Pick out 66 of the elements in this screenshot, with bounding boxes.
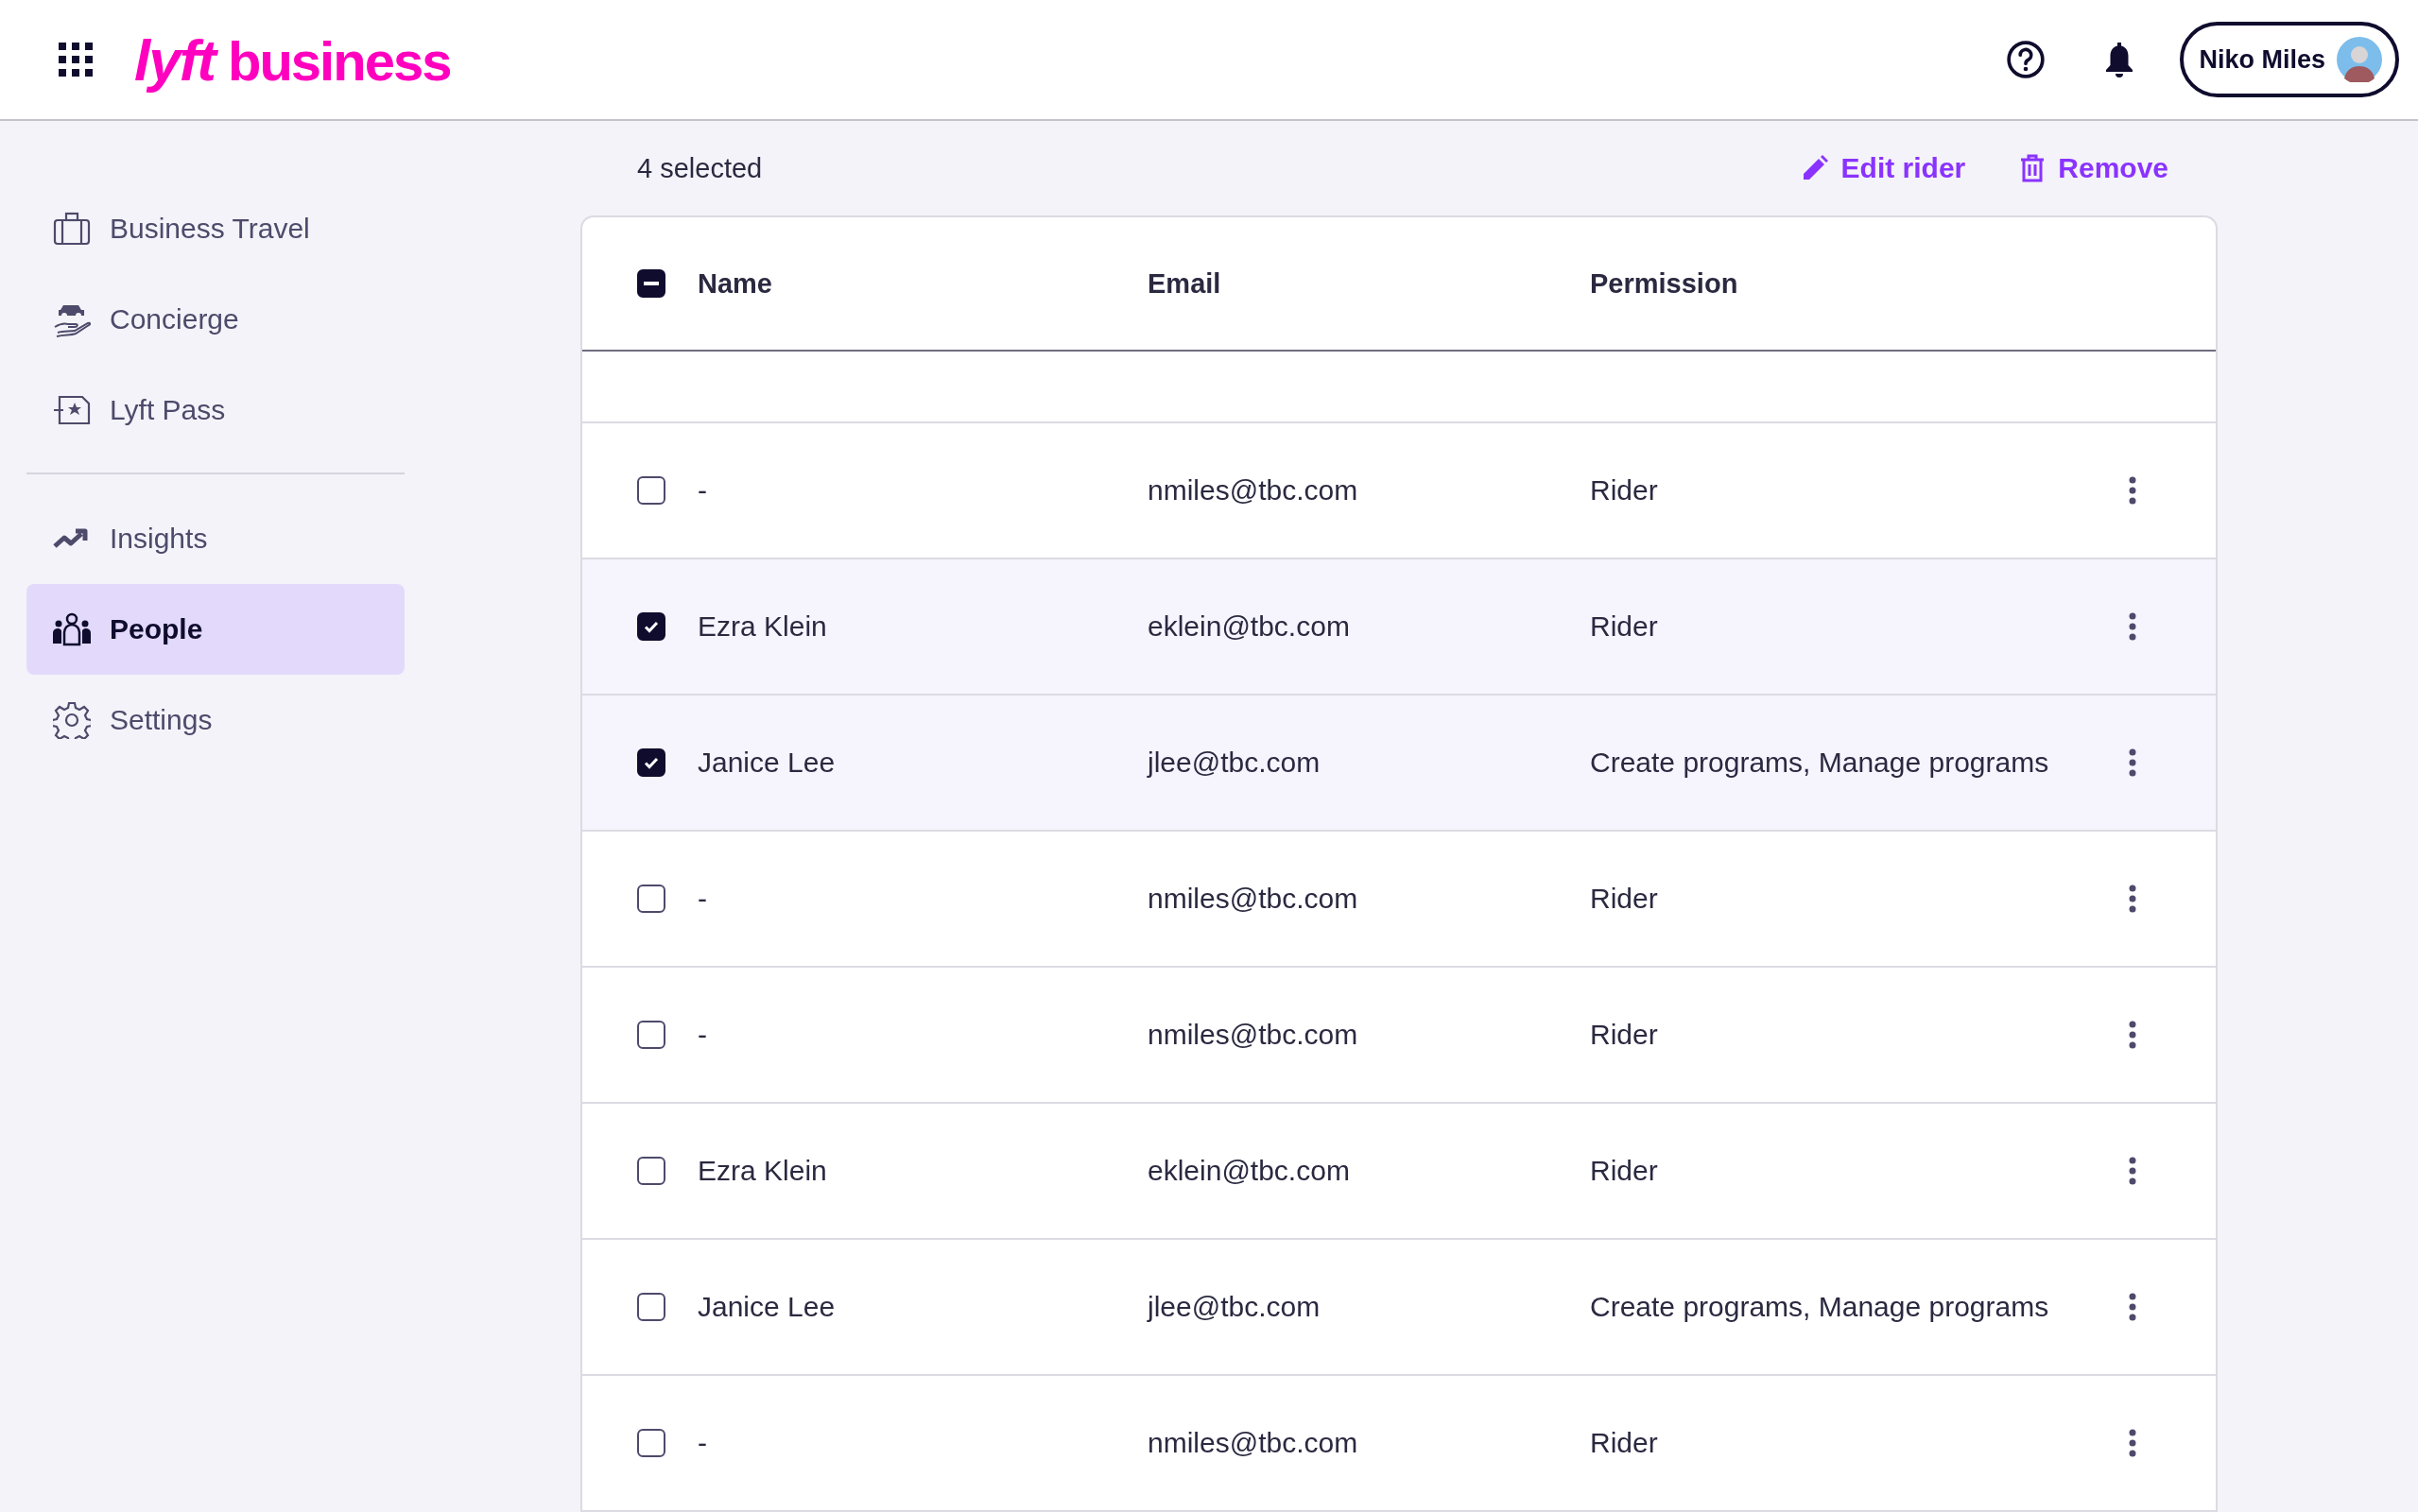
row-checkbox[interactable] (637, 1293, 665, 1321)
permission-cell: Rider (1590, 474, 1658, 506)
column-header[interactable]: Permission (1590, 267, 1738, 299)
more-options-icon[interactable] (2129, 885, 2136, 913)
trash-icon (2020, 154, 2046, 182)
ticket-star-icon (53, 395, 91, 425)
action-button[interactable]: Edit rider (1797, 148, 1970, 188)
briefcase-icon (53, 212, 91, 246)
help-icon[interactable] (2006, 40, 2047, 79)
name-cell: - (698, 474, 707, 506)
email-cell: nmiles@tbc.com (1148, 1019, 1358, 1050)
name-cell: - (698, 883, 707, 914)
row-checkbox[interactable] (637, 1021, 665, 1049)
row-checkbox[interactable] (637, 748, 665, 777)
email-cell: jlee@tbc.com (1148, 747, 1321, 778)
app-grid-icon[interactable] (59, 43, 93, 77)
permission-cell: Create programs, Manage programs (1590, 747, 2049, 778)
permission-cell: Rider (1590, 610, 1658, 642)
settings-icon (53, 701, 91, 739)
name-cell: - (698, 1019, 707, 1050)
permission-cell: Rider (1590, 1155, 1658, 1186)
row-checkbox[interactable] (637, 885, 665, 913)
user-menu-button[interactable]: Niko Miles (2180, 22, 2399, 97)
row-checkbox[interactable] (637, 476, 665, 505)
selection-count: 4 selected (637, 152, 763, 184)
row-checkbox[interactable] (637, 1429, 665, 1457)
email-cell: eklein@tbc.com (1148, 610, 1350, 642)
logo-word: business (228, 28, 451, 93)
column-header[interactable]: Name (698, 267, 772, 299)
more-options-icon[interactable] (2129, 1429, 2136, 1457)
sidebar-item[interactable]: Concierge (26, 274, 405, 365)
avatar-icon (2337, 37, 2382, 82)
name-cell: - (698, 1427, 707, 1458)
name-cell: Ezra Klein (698, 610, 827, 642)
trend-up-icon (53, 527, 91, 550)
name-cell: Ezra Klein (698, 1155, 827, 1186)
sidebar-item[interactable]: People (26, 584, 405, 675)
notification-bell-icon[interactable] (2104, 41, 2135, 78)
select-all-checkbox[interactable] (637, 269, 665, 298)
more-options-icon[interactable] (2129, 612, 2136, 641)
email-cell: eklein@tbc.com (1148, 1155, 1350, 1186)
sidebar-item[interactable]: Business Travel (26, 183, 405, 274)
email-cell: nmiles@tbc.com (1148, 1427, 1358, 1458)
sidebar-item[interactable]: Insights (26, 493, 405, 584)
name-cell: Janice Lee (698, 747, 836, 778)
more-options-icon[interactable] (2129, 476, 2136, 505)
permission-cell: Rider (1590, 883, 1658, 914)
sidebar-item[interactable]: Settings (26, 675, 405, 765)
sidebar-item[interactable]: Lyft Pass (26, 365, 405, 455)
permission-cell: Rider (1590, 1427, 1658, 1458)
row-checkbox[interactable] (637, 1157, 665, 1185)
more-options-icon[interactable] (2129, 1293, 2136, 1321)
name-cell: Janice Lee (698, 1291, 836, 1322)
permission-cell: Rider (1590, 1019, 1658, 1050)
email-cell: jlee@tbc.com (1148, 1291, 1321, 1322)
more-options-icon[interactable] (2129, 748, 2136, 777)
email-cell: nmiles@tbc.com (1148, 474, 1358, 506)
pencil-icon (1801, 155, 1828, 181)
column-header[interactable]: Email (1148, 267, 1221, 299)
people-icon (53, 612, 91, 646)
action-button[interactable]: Remove (2016, 148, 2172, 188)
row-checkbox[interactable] (637, 612, 665, 641)
permission-cell: Create programs, Manage programs (1590, 1291, 2049, 1322)
more-options-icon[interactable] (2129, 1021, 2136, 1049)
more-options-icon[interactable] (2129, 1157, 2136, 1185)
email-cell: nmiles@tbc.com (1148, 883, 1358, 914)
